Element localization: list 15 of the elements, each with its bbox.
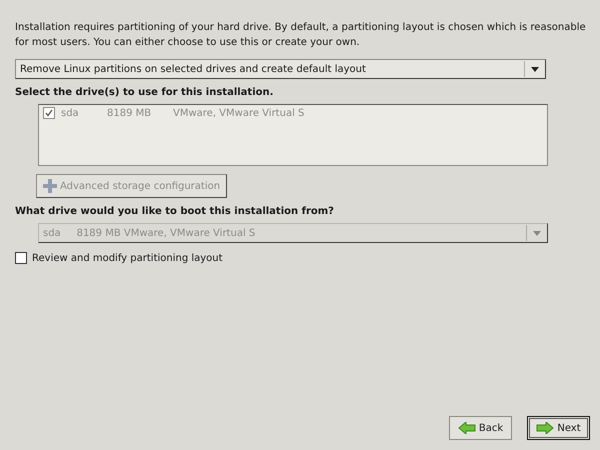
drive-model: VMware, VMware Virtual S bbox=[173, 108, 304, 118]
review-label: Review and modify partitioning layout bbox=[32, 252, 223, 264]
intro-text: Installation requires partitioning of your hard drive. By default, a partitioning layout is chosen which is reasonable for most users. You can either choose to use this or create your own. bbox=[15, 21, 587, 50]
drive-name: sda bbox=[61, 108, 80, 118]
plus-icon bbox=[43, 179, 57, 193]
back-button[interactable]: Back bbox=[449, 416, 512, 440]
layout-dropdown[interactable]: Remove Linux partitions on selected drives and create default layout bbox=[15, 59, 546, 79]
drive-size: 8189 MB bbox=[107, 108, 152, 118]
next-button[interactable]: Next bbox=[527, 416, 590, 440]
boot-heading: What drive would you like to boot this installation from? bbox=[15, 206, 335, 217]
drive-checkbox[interactable] bbox=[43, 107, 55, 119]
drives-heading: Select the drive(s) to use for this installation. bbox=[15, 87, 274, 98]
left-arrow-icon bbox=[458, 422, 476, 434]
right-arrow-icon bbox=[536, 422, 554, 434]
review-checkbox[interactable] bbox=[15, 252, 27, 264]
